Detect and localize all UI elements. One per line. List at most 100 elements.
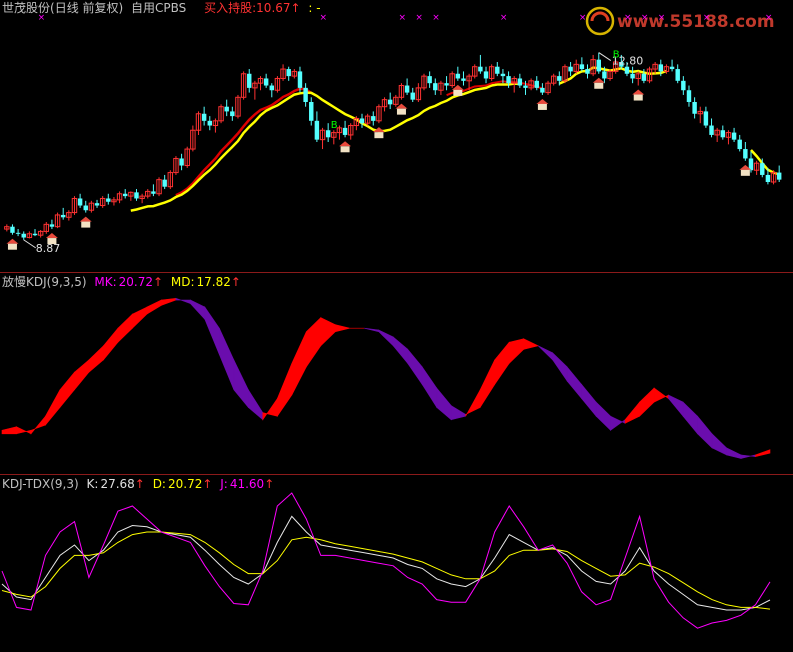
candle-body bbox=[596, 59, 601, 72]
house-icon bbox=[374, 132, 384, 139]
candle-body bbox=[602, 71, 607, 79]
candle-body bbox=[658, 64, 664, 72]
candle-body bbox=[263, 78, 269, 86]
candle-body bbox=[247, 73, 252, 88]
house-icon bbox=[45, 233, 58, 239]
candle-body bbox=[433, 83, 438, 91]
house-icon bbox=[740, 169, 750, 176]
kdj-band-segment bbox=[45, 389, 61, 426]
candle-body bbox=[517, 78, 523, 86]
candle-body bbox=[286, 69, 291, 77]
kdj-band-segment bbox=[132, 306, 148, 329]
kdj-slow-chart bbox=[1, 297, 771, 459]
house-icon bbox=[79, 216, 92, 222]
kdj-band-segment bbox=[161, 297, 177, 306]
kdj-band-segment bbox=[320, 317, 336, 347]
house-icon bbox=[453, 89, 463, 96]
low-pointer bbox=[23, 239, 37, 249]
kdj-band-segment bbox=[88, 345, 104, 373]
signal-x-icon: × bbox=[432, 13, 440, 23]
candle-body bbox=[444, 83, 449, 86]
candle-body bbox=[269, 85, 275, 91]
kdj-band-segment bbox=[190, 299, 206, 321]
signal-x-icon: × bbox=[415, 13, 423, 23]
house-icon bbox=[396, 108, 406, 115]
house-icon bbox=[633, 94, 643, 101]
candle-body bbox=[483, 71, 489, 79]
kdj-tdx-panel: KDJ-TDX(9,3) K: 27.68↑ D: 20.72↑ J: 41.60↑ bbox=[0, 475, 793, 652]
house-icon bbox=[537, 103, 547, 110]
kdj-band-segment bbox=[450, 405, 466, 421]
kdj-band-segment bbox=[726, 447, 742, 459]
house-icon bbox=[536, 98, 549, 104]
candle-body bbox=[686, 90, 692, 102]
house-icon bbox=[7, 243, 17, 250]
kdj-band-segment bbox=[204, 306, 220, 355]
house-icon bbox=[6, 238, 19, 244]
kdj-band-segment bbox=[566, 366, 582, 400]
kdj-band-segment bbox=[291, 331, 307, 396]
candle-body bbox=[371, 116, 376, 121]
candle-body bbox=[720, 130, 726, 138]
candle-body bbox=[776, 172, 782, 180]
candle-body bbox=[731, 132, 737, 140]
house-icon bbox=[592, 77, 605, 83]
candle-body bbox=[703, 111, 709, 126]
candle-body bbox=[83, 205, 88, 211]
kdj-band-segment bbox=[465, 389, 481, 417]
kdj-band-segment bbox=[306, 316, 322, 368]
candle-body bbox=[325, 130, 331, 138]
kdj-band-segment bbox=[523, 338, 540, 350]
candle-body bbox=[207, 120, 212, 126]
house-icon bbox=[81, 221, 91, 228]
high-pointer bbox=[598, 52, 612, 62]
signal-x-icon: × bbox=[38, 13, 46, 23]
candle-body bbox=[314, 120, 320, 140]
candle-body bbox=[692, 102, 697, 114]
candle-body bbox=[675, 69, 680, 81]
kdj-band-segment bbox=[1, 426, 17, 435]
candle-body bbox=[568, 66, 573, 72]
candle-body bbox=[21, 233, 26, 238]
candle-body bbox=[624, 66, 630, 74]
candle-body bbox=[737, 139, 742, 150]
kdj-band-segment bbox=[595, 401, 611, 431]
candle-body bbox=[387, 99, 393, 105]
kdj-band-segment bbox=[248, 388, 264, 421]
kdj-band-segment bbox=[117, 313, 133, 343]
kdj-band-segment bbox=[639, 387, 655, 417]
candle-body bbox=[342, 127, 348, 135]
kdj-band-segment bbox=[682, 401, 698, 435]
candle-body bbox=[523, 85, 528, 88]
candle-body bbox=[94, 203, 100, 206]
signal-x-icon: × bbox=[658, 13, 666, 23]
candle-body bbox=[709, 125, 714, 135]
kdj-band-segment bbox=[103, 327, 119, 361]
candle-body bbox=[122, 193, 128, 197]
candle-body bbox=[10, 226, 15, 233]
signal-x-icon: × bbox=[624, 13, 632, 23]
signal-x-icon: × bbox=[500, 13, 508, 23]
house-icon bbox=[340, 146, 350, 153]
kdj-band-segment bbox=[378, 329, 394, 347]
candle-body bbox=[309, 102, 314, 121]
candle-body bbox=[743, 149, 748, 159]
signal-x-icon: × bbox=[398, 13, 406, 23]
candle-body bbox=[630, 73, 635, 79]
kdj-band-segment bbox=[407, 348, 423, 386]
house-icon bbox=[632, 89, 645, 95]
kdj-band-segment bbox=[537, 345, 553, 361]
kdj-band-segment bbox=[175, 297, 191, 304]
house-icon bbox=[339, 141, 352, 147]
candle-body bbox=[506, 76, 511, 84]
kdj-band-segment bbox=[16, 426, 32, 435]
candle-body bbox=[162, 179, 167, 187]
signal-x-icon: × bbox=[703, 13, 711, 23]
kdj-band-segment bbox=[334, 324, 350, 333]
k-line bbox=[1, 515, 771, 611]
candle-body bbox=[230, 111, 235, 117]
candle-body bbox=[410, 92, 415, 100]
kdj-band-segment bbox=[59, 371, 75, 409]
candle-body bbox=[201, 113, 207, 121]
kdj-band-segment bbox=[552, 352, 568, 382]
